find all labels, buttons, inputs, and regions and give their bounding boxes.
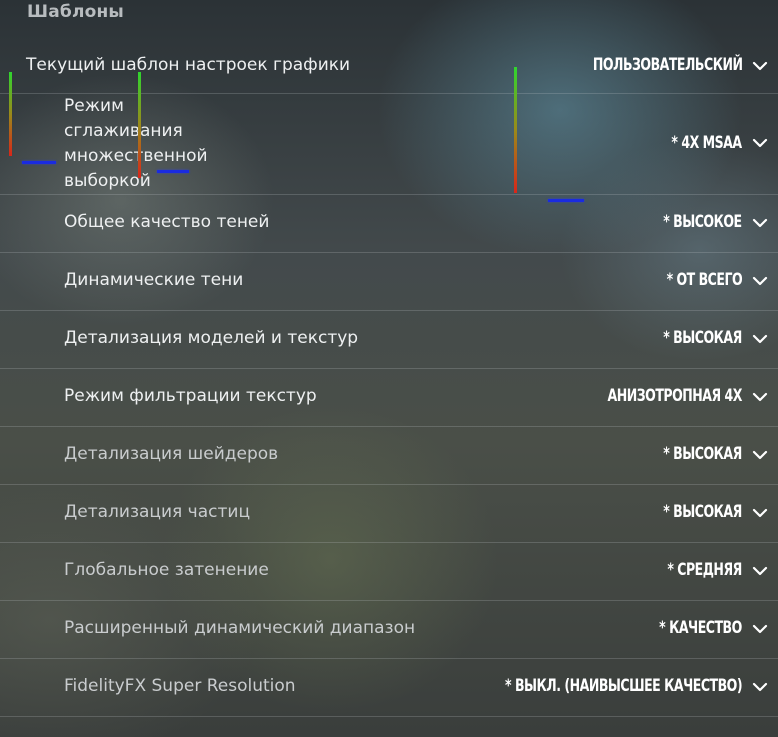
chevron-down-icon[interactable] bbox=[751, 678, 769, 696]
chevron-down-icon[interactable] bbox=[751, 57, 769, 75]
setting-label: Глобальное затенение bbox=[64, 560, 269, 580]
overlay-horizontal-marker bbox=[22, 161, 56, 164]
setting-row-ambient-occlusion[interactable]: Глобальное затенение * СРЕДНЯЯ bbox=[0, 543, 778, 601]
setting-value-dropdown[interactable]: * ВЫСОКАЯ bbox=[663, 502, 742, 522]
setting-label: FidelityFX Super Resolution bbox=[64, 676, 296, 696]
overlay-horizontal-marker bbox=[548, 199, 584, 202]
chevron-down-icon[interactable] bbox=[751, 620, 769, 638]
setting-label: Режим сглаживания множественной выборкой bbox=[64, 96, 208, 191]
setting-label: Детализация шейдеров bbox=[64, 444, 279, 464]
chevron-down-icon[interactable] bbox=[751, 562, 769, 580]
overlay-vertical-marker bbox=[9, 72, 12, 156]
chevron-down-icon[interactable] bbox=[751, 272, 769, 290]
chevron-down-icon[interactable] bbox=[751, 388, 769, 406]
setting-value-dropdown[interactable]: * 4X MSAA bbox=[672, 133, 743, 153]
setting-value-dropdown[interactable]: АНИЗОТРОПНАЯ 4X bbox=[608, 386, 743, 406]
setting-value-dropdown[interactable]: * ВЫСОКАЯ bbox=[663, 328, 742, 348]
setting-value-dropdown[interactable]: ПОЛЬЗОВАТЕЛЬСКИЙ bbox=[592, 55, 742, 75]
setting-row-model-texture-detail[interactable]: Детализация моделей и текстур * ВЫСОКАЯ bbox=[0, 311, 778, 369]
overlay-vertical-marker bbox=[138, 72, 141, 178]
setting-value-dropdown[interactable]: * СРЕДНЯЯ bbox=[668, 560, 743, 580]
setting-label: Динамические тени bbox=[64, 270, 244, 290]
setting-label: Режим фильтрации текстур bbox=[64, 386, 317, 406]
chevron-down-icon[interactable] bbox=[751, 134, 769, 152]
setting-label: Общее качество теней bbox=[64, 212, 270, 232]
chevron-down-icon[interactable] bbox=[751, 330, 769, 348]
setting-row-msaa[interactable]: Режим сглаживания множественной выборкой… bbox=[0, 94, 778, 195]
setting-label: Детализация моделей и текстур bbox=[64, 328, 359, 348]
setting-label: Детализация частиц bbox=[64, 502, 251, 522]
setting-row-texture-filtering[interactable]: Режим фильтрации текстур АНИЗОТРОПНАЯ 4X bbox=[0, 369, 778, 427]
chevron-down-icon[interactable] bbox=[751, 504, 769, 522]
setting-value-dropdown[interactable]: * КАЧЕСТВО bbox=[659, 618, 742, 638]
setting-row-fsr[interactable]: FidelityFX Super Resolution * ВЫКЛ. (НАИ… bbox=[0, 659, 778, 717]
overlay-horizontal-marker bbox=[157, 170, 189, 173]
chevron-down-icon[interactable] bbox=[751, 214, 769, 232]
chevron-down-icon[interactable] bbox=[751, 446, 769, 464]
setting-label: Текущий шаблон настроек графики bbox=[26, 55, 351, 75]
setting-row-hdr[interactable]: Расширенный динамический диапазон * КАЧЕ… bbox=[0, 601, 778, 659]
setting-value-dropdown[interactable]: * ВЫСОКАЯ bbox=[663, 444, 742, 464]
graphics-settings-panel: Шаблоны Текущий шаблон настроек графики … bbox=[0, 0, 778, 737]
setting-row-shadow-quality[interactable]: Общее качество теней * ВЫСОКОЕ bbox=[0, 195, 778, 253]
setting-row-shader-detail[interactable]: Детализация шейдеров * ВЫСОКАЯ bbox=[0, 427, 778, 485]
setting-row-dynamic-shadows[interactable]: Динамические тени * ОТ ВСЕГО bbox=[0, 253, 778, 311]
section-title: Шаблоны bbox=[27, 2, 124, 22]
overlay-vertical-marker bbox=[514, 67, 517, 193]
setting-row-particle-detail[interactable]: Детализация частиц * ВЫСОКАЯ bbox=[0, 485, 778, 543]
setting-label: Расширенный динамический диапазон bbox=[64, 618, 416, 638]
setting-value-dropdown[interactable]: * ОТ ВСЕГО bbox=[666, 270, 742, 290]
setting-value-dropdown[interactable]: * ВЫКЛ. (НАИВЫСШЕЕ КАЧЕСТВО) bbox=[505, 676, 743, 696]
setting-row-graphics-preset[interactable]: Текущий шаблон настроек графики ПОЛЬЗОВА… bbox=[0, 42, 778, 94]
setting-value-dropdown[interactable]: * ВЫСОКОЕ bbox=[664, 212, 743, 232]
